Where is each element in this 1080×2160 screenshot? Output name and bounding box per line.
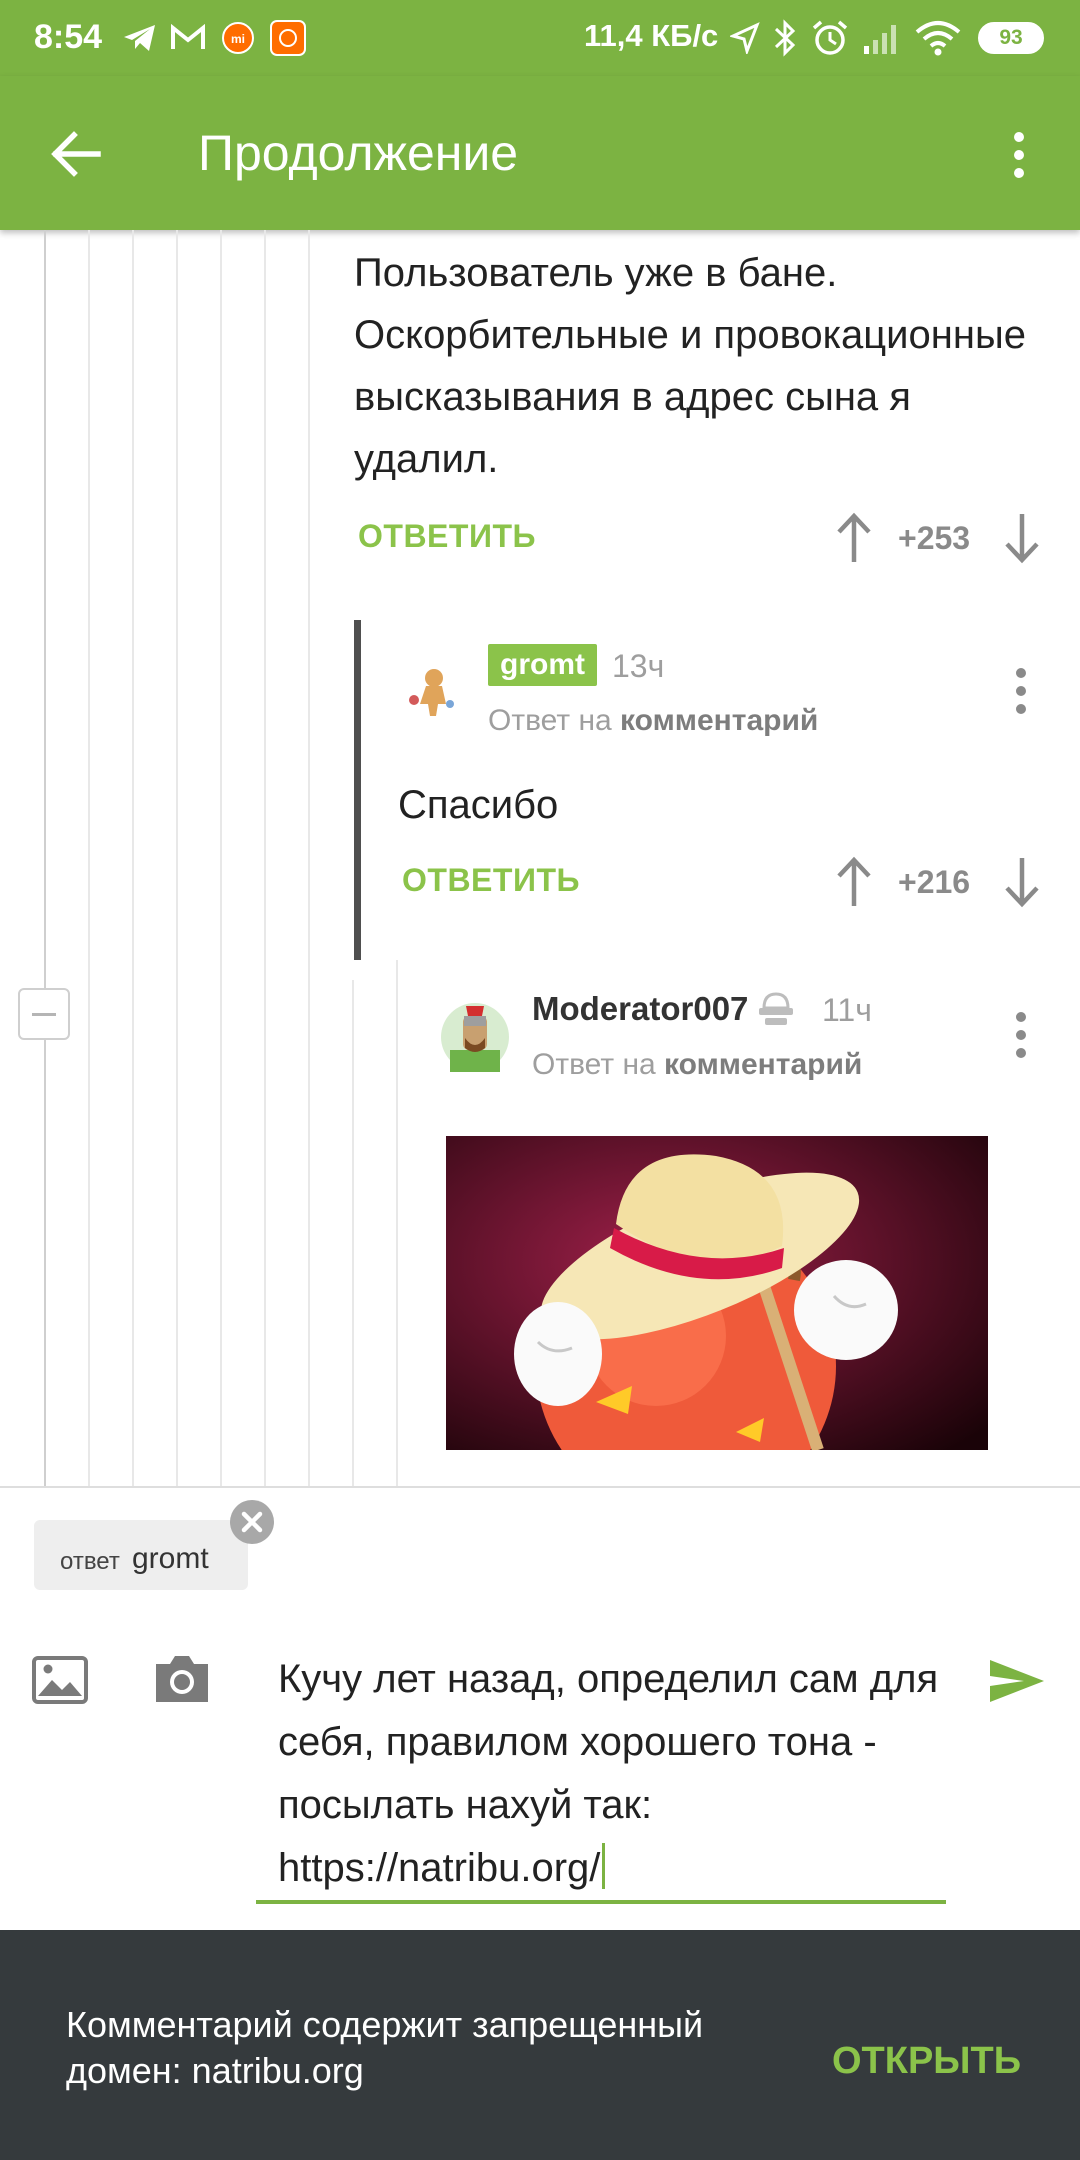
moderator-icon xyxy=(759,992,793,1025)
snackbar: Комментарий содержит запрещенный домен: … xyxy=(0,1930,1080,2160)
reply-to-link[interactable]: комментарий xyxy=(664,1048,862,1081)
gmail-icon xyxy=(171,24,205,49)
thread-line xyxy=(176,230,178,1486)
thread-line xyxy=(396,960,398,1486)
comment-score: +216 xyxy=(898,864,971,900)
arrow-up-icon[interactable] xyxy=(834,856,874,908)
author-badge[interactable]: gromt xyxy=(488,644,597,686)
thread-line xyxy=(88,230,90,1486)
reply-chip-label: ответ xyxy=(60,1548,120,1575)
minus-icon xyxy=(32,1013,56,1016)
comment-input[interactable]: Кучу лет назад, определил сам для себя, … xyxy=(278,1648,958,1900)
avatar[interactable] xyxy=(400,660,464,724)
thread-line xyxy=(352,980,354,1486)
text-cursor xyxy=(602,1843,606,1889)
bluetooth-icon xyxy=(774,19,796,57)
snackbar-open-button[interactable]: ОТКРЫТЬ xyxy=(832,2040,1021,2083)
arrow-down-icon[interactable] xyxy=(1002,512,1042,564)
reply-chip-name: gromt xyxy=(132,1542,209,1575)
wifi-icon xyxy=(915,21,961,56)
thread-line xyxy=(220,230,222,1486)
reply-button[interactable]: ОТВЕТИТЬ xyxy=(402,862,580,899)
input-underline xyxy=(256,1900,946,1904)
comment-time: 11ч xyxy=(822,992,872,1028)
snackbar-message: Комментарий содержит запрещенный домен: … xyxy=(66,2004,704,2091)
mi-icon xyxy=(270,20,306,56)
close-reply-button[interactable] xyxy=(230,1500,274,1544)
comment-image[interactable] xyxy=(446,1136,988,1450)
image-attach-icon[interactable] xyxy=(32,1656,88,1704)
thread-line xyxy=(132,230,134,1486)
thread-line xyxy=(308,230,310,1486)
send-icon[interactable] xyxy=(988,1656,1046,1706)
comment-input-value: Кучу лет назад, определил сам для себя, … xyxy=(278,1657,939,1890)
svg-text:mi: mi xyxy=(231,32,245,46)
network-speed: 11,4 КБ/с xyxy=(584,18,719,53)
thread-line xyxy=(44,230,46,1486)
reply-to-line: Ответ на комментарий xyxy=(532,1048,862,1082)
comment-menu-icon[interactable] xyxy=(1014,668,1028,714)
signal-icon xyxy=(864,25,896,54)
reply-to-prefix: Ответ на xyxy=(488,704,612,737)
telegram-icon xyxy=(124,25,155,51)
arrow-up-icon[interactable] xyxy=(834,512,874,564)
status-time: 8:54 xyxy=(34,18,103,56)
mi-icon: mi xyxy=(222,22,254,54)
status-bar: 8:54 mi 11,4 КБ/с 93 xyxy=(0,0,1080,76)
page-title: Продолжение xyxy=(198,125,519,181)
reply-button[interactable]: ОТВЕТИТЬ xyxy=(358,518,536,555)
alarm-icon xyxy=(812,20,848,55)
comment-time: 13ч xyxy=(612,648,665,684)
battery-icon: 93 xyxy=(978,22,1044,54)
reply-to-link[interactable]: комментарий xyxy=(620,704,818,737)
app-bar: Продолжение xyxy=(0,76,1080,230)
comment-menu-icon[interactable] xyxy=(1014,1012,1028,1058)
collapse-thread-button[interactable] xyxy=(18,988,70,1040)
close-icon xyxy=(241,1511,263,1533)
avatar[interactable] xyxy=(440,1002,510,1072)
more-vert-icon[interactable] xyxy=(1012,132,1026,178)
comment-score: +253 xyxy=(898,520,971,556)
reply-to-line: Ответ на комментарий xyxy=(488,704,818,738)
thread-line xyxy=(264,230,266,1486)
reply-target-chip: ответ gromt xyxy=(34,1520,248,1590)
reply-to-prefix: Ответ на xyxy=(532,1048,656,1081)
author-name[interactable]: Moderator007 xyxy=(532,990,748,1028)
location-icon xyxy=(730,22,760,54)
arrow-left-icon[interactable] xyxy=(50,130,102,178)
highlight-bar xyxy=(354,620,361,960)
comment-text: Спасибо xyxy=(398,783,559,827)
camera-icon[interactable] xyxy=(152,1652,212,1704)
arrow-down-icon[interactable] xyxy=(1002,856,1042,908)
comment-text: Пользователь уже в бане. Оскорбительные … xyxy=(354,251,1026,481)
